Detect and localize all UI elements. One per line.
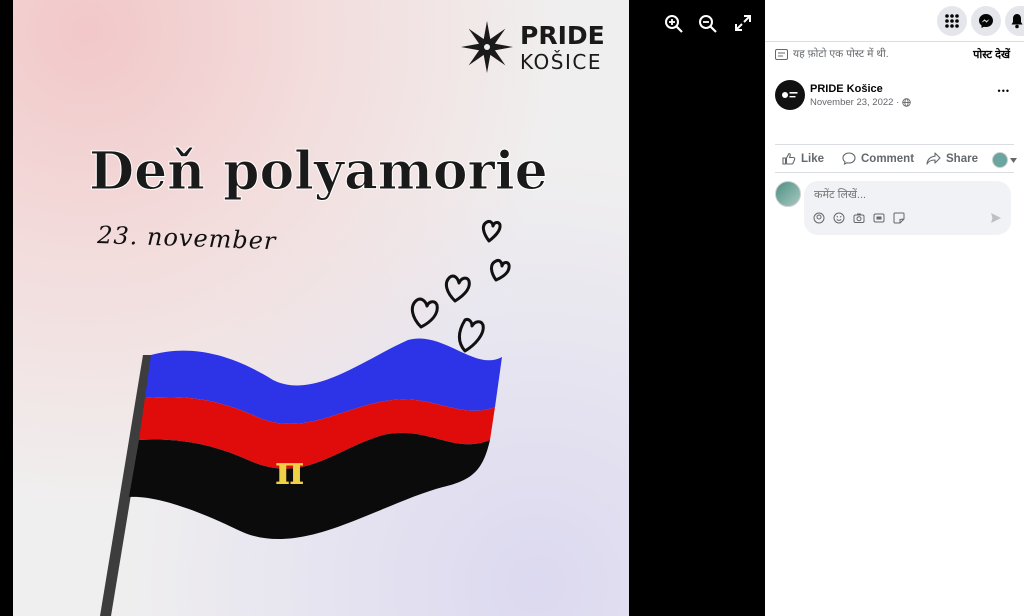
comment-label: Comment: [861, 152, 915, 165]
thumbs-up-icon: [782, 152, 796, 165]
post-notice: यह फ़ोटो एक पोस्ट में थी.: [775, 47, 889, 61]
notifications-button[interactable]: [1005, 6, 1024, 36]
comment-icon: [842, 152, 856, 165]
comment-button[interactable]: Comment: [842, 152, 914, 165]
sticker-icon[interactable]: [893, 212, 905, 224]
gif-icon[interactable]: [873, 212, 885, 224]
zoom-in-icon[interactable]: [664, 14, 686, 36]
like-label: Like: [801, 152, 825, 165]
camera-icon[interactable]: [853, 212, 865, 224]
author-name[interactable]: PRIDE Košice: [810, 83, 883, 95]
date-text: 23. november: [96, 221, 278, 255]
share-label: Share: [946, 152, 978, 165]
notice-text: यह फ़ोटो एक पोस्ट में थी.: [793, 48, 889, 60]
composer-tools: [813, 212, 905, 224]
expand-icon[interactable]: [734, 14, 756, 36]
polyamory-flag: π: [100, 338, 502, 616]
post-icon: [775, 48, 788, 60]
zoom-out-icon[interactable]: [698, 14, 720, 36]
flag-pi-symbol: π: [275, 447, 304, 494]
pride-logo-icon: [782, 92, 798, 98]
pride-kosice-logo-mark: [461, 21, 513, 73]
photo-artwork: PRIDE KOŠICE Deň polyamorie 23. november…: [89, 21, 605, 616]
comment-input[interactable]: [812, 186, 996, 204]
post-timestamp[interactable]: November 23, 2022 ·: [810, 97, 899, 108]
post-meta: November 23, 2022 ·: [810, 97, 911, 108]
comment-box[interactable]: [804, 181, 1011, 235]
messenger-button[interactable]: [971, 6, 1001, 36]
emoji-icon[interactable]: [833, 212, 845, 224]
caret-down-icon: [1010, 157, 1017, 163]
send-icon[interactable]: [990, 212, 1002, 224]
page-avatar[interactable]: [775, 80, 805, 110]
view-post-link[interactable]: पोस्ट देखें: [973, 47, 1010, 62]
reaction-profile-selector[interactable]: [992, 152, 1017, 168]
messenger-icon: [979, 14, 993, 28]
user-avatar-small: [992, 152, 1008, 168]
user-avatar[interactable]: [775, 181, 801, 207]
globe-icon: [902, 98, 911, 107]
share-icon: [926, 152, 941, 165]
photo-viewer: PRIDE KOŠICE Deň polyamorie 23. november…: [0, 0, 765, 616]
more-options-button[interactable]: •••: [998, 86, 1010, 96]
headline: Deň polyamorie: [89, 141, 548, 202]
share-button[interactable]: Share: [926, 152, 978, 165]
post-side-panel: यह फ़ोटो एक पोस्ट में थी. पोस्ट देखें PR…: [765, 0, 1024, 616]
avatar-sticker-icon[interactable]: [813, 212, 825, 224]
menu-grid-button[interactable]: [937, 6, 967, 36]
post-photo: PRIDE KOŠICE Deň polyamorie 23. november…: [13, 0, 629, 616]
grid-icon: [945, 14, 959, 28]
bell-icon: [1011, 14, 1023, 29]
like-button[interactable]: Like: [782, 152, 824, 165]
hearts-decoration: [410, 220, 511, 353]
brand-top: PRIDE: [520, 21, 605, 50]
brand-bottom: KOŠICE: [520, 50, 602, 74]
